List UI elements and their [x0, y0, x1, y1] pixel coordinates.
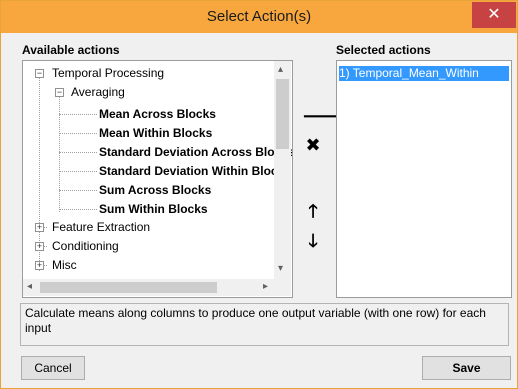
tree-guide-line: [59, 209, 97, 210]
available-actions-tree[interactable]: − − + + + Temporal Processing Averaging …: [22, 60, 293, 298]
save-button[interactable]: Save: [422, 356, 511, 380]
scrollbar-corner: [274, 279, 291, 296]
selected-actions-list[interactable]: 1) Temporal_Mean_Within: [336, 60, 512, 298]
action-description: Calculate means along columns to produce…: [20, 303, 509, 346]
tree-guide-line: [59, 190, 97, 191]
arrow-up-icon[interactable]: 🡑: [302, 200, 324, 222]
selected-action-item[interactable]: 1) Temporal_Mean_Within: [339, 66, 509, 81]
close-button[interactable]: ✕: [472, 2, 516, 28]
tree-node-std-across-blocks[interactable]: Standard Deviation Across Blocks: [99, 143, 292, 161]
scrollbar-thumb[interactable]: [40, 282, 217, 293]
tree-horizontal-scrollbar[interactable]: ◂ ▸: [23, 279, 274, 296]
arrow-down-icon[interactable]: 🡓: [302, 230, 324, 252]
scroll-left-arrow-icon[interactable]: ◂: [27, 281, 32, 292]
available-actions-label: Available actions: [22, 43, 120, 57]
select-actions-dialog: Select Action(s) ✕ Available actions Sel…: [0, 0, 518, 389]
tree-node-sum-across-blocks[interactable]: Sum Across Blocks: [99, 181, 211, 199]
tree-node-conditioning[interactable]: Conditioning: [52, 237, 119, 255]
tree-vertical-scrollbar[interactable]: ▴ ▾: [274, 61, 291, 279]
tree-node-temporal-processing[interactable]: Temporal Processing: [52, 64, 164, 82]
scroll-down-arrow-icon[interactable]: ▾: [278, 263, 283, 274]
tree-guide-line: [59, 114, 97, 115]
tree-guide-line: [59, 152, 97, 153]
tree-node-misc[interactable]: Misc: [52, 256, 77, 274]
tree-node-std-within-blocks[interactable]: Standard Deviation Within Blocks: [99, 162, 291, 180]
scrollbar-thumb[interactable]: [276, 79, 289, 149]
tree-node-feature-extraction[interactable]: Feature Extraction: [52, 218, 150, 236]
scroll-right-arrow-icon[interactable]: ▸: [263, 281, 268, 292]
tree-node-sum-within-blocks[interactable]: Sum Within Blocks: [99, 200, 208, 218]
x-icon[interactable]: ✖: [302, 134, 324, 156]
tree-node-mean-within-blocks[interactable]: Mean Within Blocks: [99, 124, 212, 142]
expand-icon[interactable]: +: [35, 261, 44, 270]
dialog-title: Select Action(s): [206, 8, 312, 25]
arrow-right-icon[interactable]: 🡒: [302, 105, 350, 127]
collapse-icon[interactable]: −: [35, 69, 44, 78]
collapse-icon[interactable]: −: [55, 88, 64, 97]
tree-node-averaging[interactable]: Averaging: [71, 83, 125, 101]
selected-actions-label: Selected actions: [336, 43, 431, 57]
tree-node-mean-across-blocks[interactable]: Mean Across Blocks: [99, 105, 216, 123]
tree-guide-line: [59, 171, 97, 172]
expand-icon[interactable]: +: [35, 223, 44, 232]
scroll-up-arrow-icon[interactable]: ▴: [278, 64, 283, 75]
expand-icon[interactable]: +: [35, 242, 44, 251]
tree-guide-line: [59, 133, 97, 134]
cancel-button[interactable]: Cancel: [21, 356, 85, 380]
